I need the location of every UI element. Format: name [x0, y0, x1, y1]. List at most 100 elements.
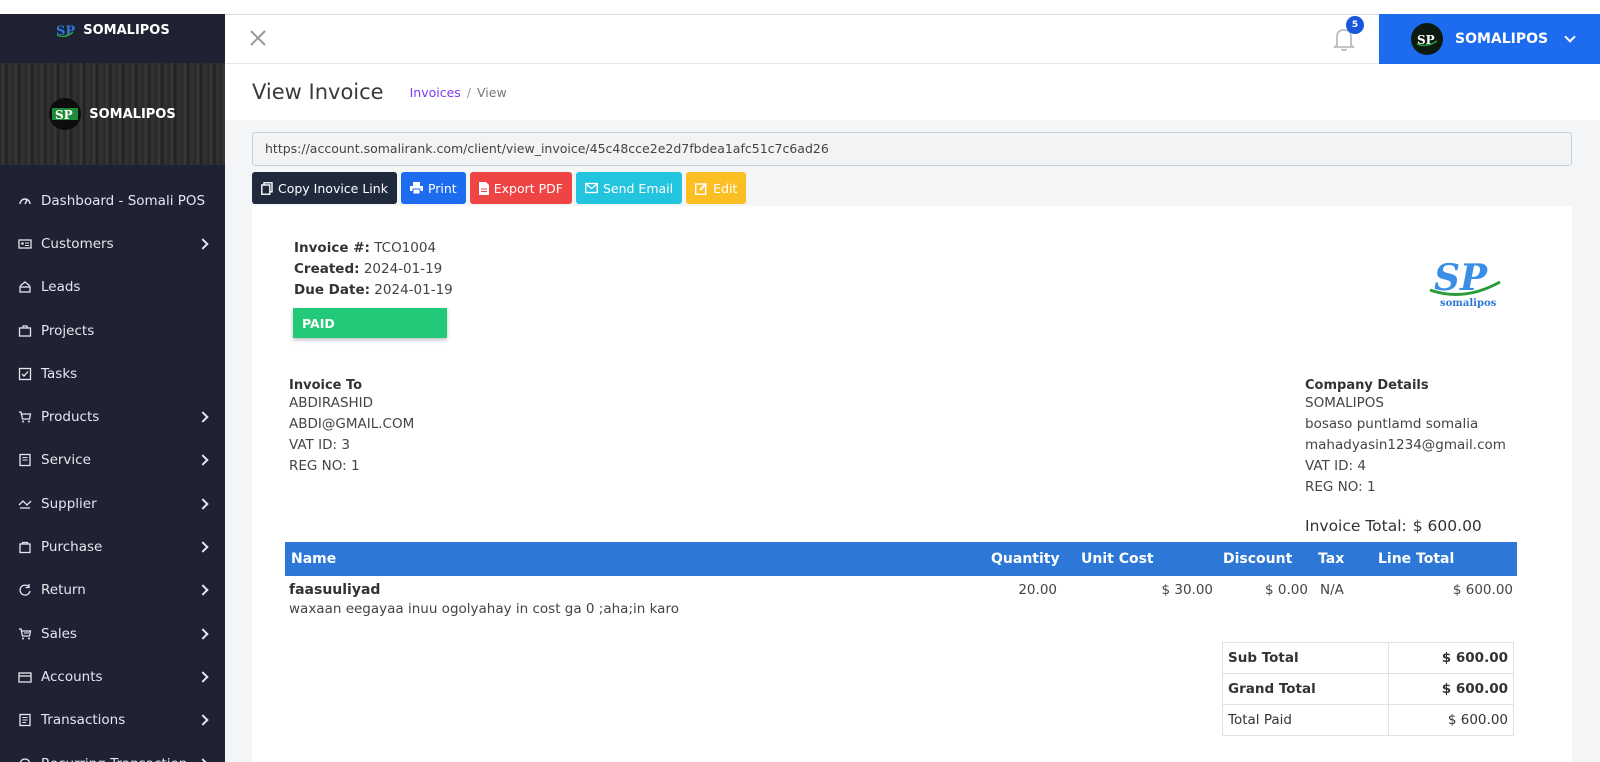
- sidebar-item-recurring-transaction[interactable]: Recurring Transaction: [0, 742, 225, 762]
- sidebar-item-customers[interactable]: Customers: [0, 222, 225, 265]
- breadcrumb-separator: /: [466, 84, 472, 100]
- purchase-icon: [19, 541, 31, 554]
- sidebar-item-projects[interactable]: Projects: [0, 309, 225, 352]
- sidebar-item-label: Leads: [41, 279, 81, 296]
- sidebar-brand[interactable]: SP SOMALIPOS: [0, 0, 225, 63]
- invoice-url-field[interactable]: https://account.somalirank.com/client/vi…: [252, 132, 1572, 166]
- chevron-right-icon: [197, 714, 209, 726]
- chevron-right-icon: [197, 757, 209, 762]
- invoice-due-row: Due Date: 2024-01-19: [294, 280, 453, 301]
- sidebar-item-supplier[interactable]: Supplier: [0, 482, 225, 525]
- transactions-icon: [19, 714, 31, 727]
- send-email-label: Send Email: [602, 180, 674, 196]
- total-paid-row: Total Paid $ 600.00: [1222, 704, 1514, 736]
- sidebar-item-tasks[interactable]: Tasks: [0, 352, 225, 395]
- send-email-button[interactable]: Send Email: [575, 172, 683, 204]
- user-menu[interactable]: SP SOMALIPOS: [1379, 14, 1600, 64]
- item-quantity: 20.00: [1018, 582, 1057, 598]
- sidebar-item-label: Products: [41, 409, 100, 426]
- chevron-right-icon: [197, 584, 209, 596]
- item-discount: $ 0.00: [1265, 582, 1308, 598]
- invoice-number-label: Invoice #:: [294, 240, 370, 256]
- chevron-right-icon: [197, 498, 209, 510]
- grand-total-row: Grand Total $ 600.00: [1222, 673, 1514, 705]
- print-button[interactable]: Print: [400, 172, 466, 204]
- sidebar-item-label: Service: [41, 452, 91, 469]
- breadcrumb-current: View: [477, 84, 507, 100]
- column-unit-cost: Unit Cost: [1075, 542, 1217, 576]
- sidebar-item-accounts[interactable]: Accounts: [0, 655, 225, 698]
- column-tax: Tax: [1312, 542, 1372, 576]
- sidebar-item-label: Return: [41, 582, 86, 599]
- company-details-heading: Company Details: [1305, 378, 1429, 393]
- avatar: SP: [1411, 23, 1443, 55]
- customers-icon: [18, 239, 32, 249]
- tasks-icon: [18, 367, 32, 380]
- sidebar-menu: Dashboard - Somali POS Customers Leads Proj…: [0, 179, 225, 762]
- main-content: View Invoice Invoices / View https://accou…: [225, 64, 1600, 762]
- sidebar-item-label: Purchase: [41, 539, 103, 556]
- invoice-created: 2024-01-19: [363, 261, 443, 277]
- invoice-total-label: Invoice Total:: [1305, 517, 1407, 535]
- invoice-created-label: Created:: [294, 261, 360, 277]
- sidebar-item-dashboard-somali-pos[interactable]: Dashboard - Somali POS: [0, 179, 225, 222]
- return-icon: [19, 584, 31, 597]
- export-pdf-label: Export PDF: [493, 180, 563, 196]
- invoice-total-value: $ 600.00: [1412, 517, 1482, 535]
- leads-icon: [19, 281, 31, 293]
- brand-logo-icon: SP: [56, 24, 75, 39]
- print-label: Print: [427, 180, 457, 196]
- breadcrumb: Invoices / View: [410, 85, 507, 100]
- customer-vat: VAT ID: 3: [289, 437, 350, 453]
- company-reg: REG NO: 1: [1305, 479, 1376, 495]
- copy-invoice-link-button[interactable]: Copy Inovice Link: [252, 172, 397, 204]
- company-address: bosaso puntlamd somalia: [1305, 416, 1479, 432]
- sidebar-item-purchase[interactable]: Purchase: [0, 525, 225, 568]
- invoice-due: 2024-01-19: [374, 282, 453, 298]
- sidebar-item-label: Supplier: [41, 495, 97, 512]
- sales-icon: [19, 627, 32, 640]
- edit-button[interactable]: Edit: [686, 172, 747, 204]
- sidebar-item-leads[interactable]: Leads: [0, 266, 225, 309]
- sidebar-item-label: Customers: [41, 235, 114, 252]
- customer-email: ABDI@GMAIL.COM: [289, 416, 415, 432]
- sidebar-item-products[interactable]: Products: [0, 395, 225, 438]
- products-icon: [19, 411, 32, 423]
- item-name: faasuuliyad: [289, 582, 381, 598]
- chevron-right-icon: [197, 411, 209, 423]
- invoice-due-label: Due Date:: [294, 282, 370, 298]
- sidebar-item-label: Sales: [41, 625, 77, 642]
- sidebar-item-sales[interactable]: Sales: [0, 612, 225, 655]
- sidebar-item-label: Recurring Transaction: [41, 756, 199, 762]
- company-logo: SP somalipos: [1429, 257, 1501, 309]
- invoice-to-heading: Invoice To: [289, 378, 363, 393]
- brand-name: SOMALIPOS: [83, 23, 170, 38]
- items-table-header: Name Quantity Unit Cost Discount Tax Lin…: [285, 542, 1517, 576]
- sidebar-item-return[interactable]: Return: [0, 569, 225, 612]
- invoice-number: TCO1004: [374, 240, 437, 256]
- table-row: faasuuliyad waxaan eegayaa inuu ogolyaha…: [285, 576, 1517, 623]
- item-tax: N/A: [1320, 582, 1344, 598]
- service-icon: [19, 454, 31, 467]
- invoice-to-block: Invoice To ABDIRASHID ABDI@GMAIL.COM VAT…: [289, 378, 414, 477]
- file-pdf-icon: [478, 181, 489, 195]
- banner-brand-name: SOMALIPOS: [89, 106, 176, 122]
- item-line-total: $ 600.00: [1452, 582, 1513, 598]
- page-header: View Invoice Invoices / View: [225, 64, 1600, 120]
- sub-total-value: $ 600.00: [1388, 642, 1514, 674]
- invoice-meta: Invoice #: TCO1004 Created: 2024-01-19 D…: [294, 238, 453, 301]
- company-email: mahadyasin1234@gmail.com: [1305, 437, 1506, 453]
- page-title: View Invoice: [252, 80, 384, 104]
- sidebar-item-label: Transactions: [41, 712, 126, 729]
- sidebar-item-transactions[interactable]: Transactions: [0, 699, 225, 742]
- items-table: Name Quantity Unit Cost Discount Tax Lin…: [285, 542, 1517, 623]
- grand-total-value: $ 600.00: [1388, 673, 1514, 705]
- export-pdf-button[interactable]: Export PDF: [469, 172, 572, 204]
- print-icon: [409, 182, 423, 194]
- close-icon[interactable]: [245, 25, 271, 51]
- breadcrumb-invoices-link[interactable]: Invoices: [410, 85, 461, 100]
- company-vat: VAT ID: 4: [1305, 458, 1366, 474]
- sidebar-item-service[interactable]: Service: [0, 439, 225, 482]
- sidebar-item-label: Accounts: [41, 668, 103, 685]
- svg-text:SP: SP: [55, 108, 73, 122]
